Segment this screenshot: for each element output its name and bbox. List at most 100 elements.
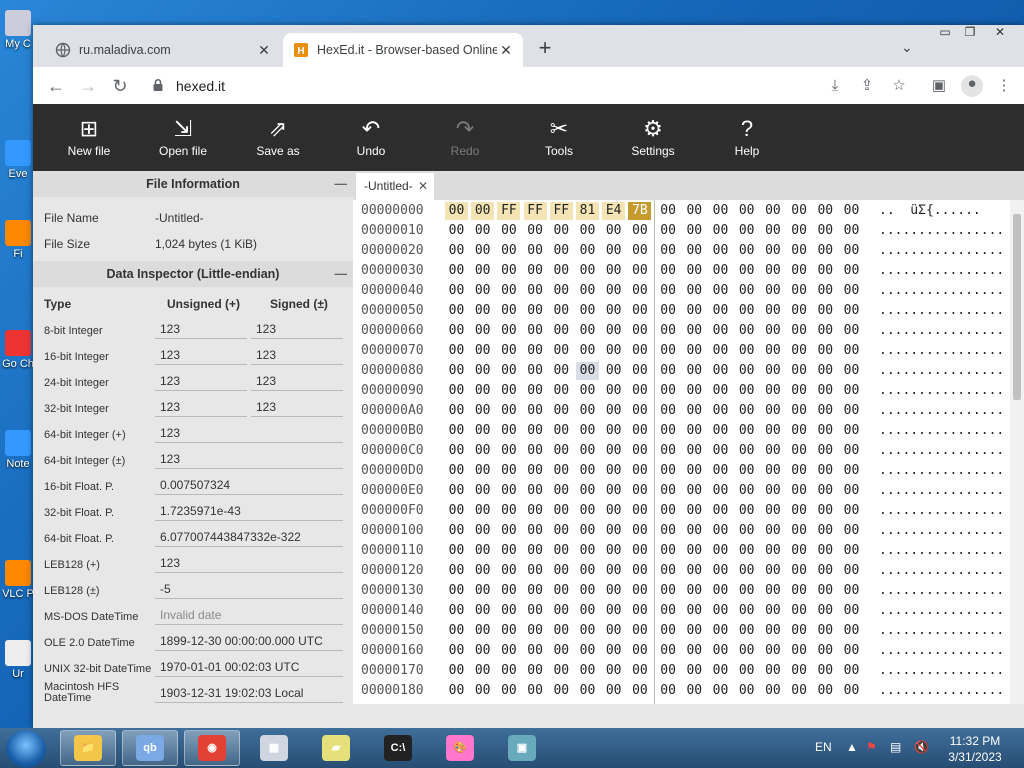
hex-byte[interactable]: 00 [761,302,784,320]
hex-byte[interactable]: FF [549,202,573,220]
hex-byte[interactable]: 00 [628,602,651,620]
hex-byte[interactable]: 00 [445,322,468,340]
hex-byte[interactable]: 00 [602,602,625,620]
hex-byte[interactable]: 00 [602,302,625,320]
hex-byte[interactable]: 00 [550,362,573,380]
taskbar-app[interactable]: ▣ [494,730,550,766]
hex-byte[interactable]: 00 [550,442,573,460]
hex-byte[interactable]: 00 [683,662,706,680]
hex-byte[interactable]: 00 [788,462,811,480]
ascii-column[interactable]: ................ [879,603,1004,618]
hex-byte[interactable]: 00 [602,242,625,260]
ascii-column[interactable]: ................ [879,583,1004,598]
hex-byte[interactable]: 00 [735,402,758,420]
hex-byte[interactable]: 00 [788,562,811,580]
hex-byte[interactable]: 00 [471,662,494,680]
hex-byte[interactable]: 00 [709,462,732,480]
collapse-icon[interactable]: — [335,171,348,197]
hex-byte[interactable]: 00 [445,462,468,480]
hex-byte[interactable]: 00 [657,582,680,600]
hex-byte[interactable]: 00 [735,562,758,580]
hex-byte[interactable]: 00 [524,522,547,540]
hex-byte[interactable]: 00 [840,362,863,380]
hex-byte[interactable]: 00 [524,502,547,520]
hex-byte[interactable]: 00 [840,342,863,360]
hex-byte[interactable]: 00 [550,402,573,420]
desktop-shortcut[interactable]: VLC P [2,560,34,600]
hex-byte[interactable]: 00 [445,602,468,620]
hex-byte[interactable]: 00 [445,582,468,600]
hex-byte[interactable]: 00 [657,322,680,340]
hex-byte[interactable]: 00 [445,242,468,260]
hex-byte[interactable]: 00 [761,482,784,500]
new-file-button[interactable]: ⊞ New file [49,104,129,171]
hex-byte[interactable]: 00 [683,462,706,480]
share-icon[interactable]: ⇪ [858,77,876,95]
tab-search-chevron-icon[interactable]: ⌄ [901,39,913,56]
hex-byte[interactable]: 00 [497,402,520,420]
collapse-icon[interactable]: — [335,261,348,287]
hex-byte[interactable]: 00 [576,322,599,340]
hex-byte[interactable]: 00 [550,222,573,240]
hex-byte[interactable]: 00 [550,382,573,400]
hex-byte[interactable]: 00 [497,222,520,240]
hex-byte[interactable]: 00 [657,202,680,220]
hex-byte[interactable]: 00 [735,362,758,380]
close-tab-icon[interactable]: ✕ [255,42,273,59]
hex-byte[interactable]: 00 [788,602,811,620]
hex-byte[interactable]: 00 [497,422,520,440]
more-menu-icon[interactable]: ⋮ [995,77,1013,95]
hex-byte[interactable]: 00 [576,422,599,440]
hex-byte[interactable]: 00 [602,382,625,400]
hex-byte[interactable]: 00 [524,302,547,320]
hex-byte[interactable]: 00 [602,222,625,240]
hex-byte[interactable]: 00 [814,662,837,680]
ascii-column[interactable]: ................ [879,563,1004,578]
hex-byte[interactable]: 00 [735,242,758,260]
profile-avatar-icon[interactable]: ● [961,75,983,97]
hex-byte[interactable]: 00 [445,442,468,460]
action-center-icon[interactable]: ⚑ [866,740,877,754]
hex-byte[interactable]: 00 [550,322,573,340]
hex-byte[interactable]: 00 [602,262,625,280]
hex-byte[interactable]: 00 [628,282,651,300]
hex-byte[interactable]: 00 [735,602,758,620]
hex-byte[interactable]: 00 [471,482,494,500]
hex-byte[interactable]: 00 [657,402,680,420]
hex-byte[interactable]: 00 [628,482,651,500]
hex-byte[interactable]: 00 [471,282,494,300]
hex-byte[interactable]: 00 [788,522,811,540]
hex-byte[interactable]: 00 [576,222,599,240]
hex-byte[interactable]: 00 [840,682,863,700]
taskbar-app[interactable]: ▦ [246,730,302,766]
hex-byte[interactable]: 00 [709,362,732,380]
hex-byte[interactable]: 00 [814,682,837,700]
unsigned-value-field[interactable]: 123 [155,346,247,365]
hex-byte[interactable]: 00 [683,582,706,600]
hex-byte[interactable]: 00 [524,602,547,620]
hex-byte[interactable]: 00 [814,502,837,520]
forward-arrow-icon[interactable]: → [77,75,99,97]
hex-byte[interactable]: 00 [550,302,573,320]
hex-byte[interactable]: 00 [788,542,811,560]
desktop-shortcut[interactable]: Eve [2,140,34,180]
hex-byte[interactable]: 00 [550,242,573,260]
hex-byte[interactable]: 00 [814,362,837,380]
hex-byte[interactable]: 00 [524,562,547,580]
hex-byte[interactable]: 00 [471,322,494,340]
help-button[interactable]: ? Help [707,104,787,171]
network-tray-icon[interactable]: ▤ [890,740,901,754]
hex-byte[interactable]: 00 [524,442,547,460]
hex-byte[interactable]: 00 [840,382,863,400]
hex-byte[interactable]: 00 [788,622,811,640]
hex-byte[interactable]: 00 [524,622,547,640]
hex-byte[interactable]: 00 [497,442,520,460]
hex-byte[interactable]: 00 [709,582,732,600]
hex-byte[interactable]: 00 [814,322,837,340]
ascii-column[interactable]: ................ [879,483,1004,498]
ascii-column[interactable]: ................ [879,643,1004,658]
hex-byte[interactable]: 00 [788,202,811,220]
hex-byte[interactable]: 00 [814,622,837,640]
hex-byte[interactable]: 00 [709,442,732,460]
hex-byte[interactable]: 00 [814,602,837,620]
